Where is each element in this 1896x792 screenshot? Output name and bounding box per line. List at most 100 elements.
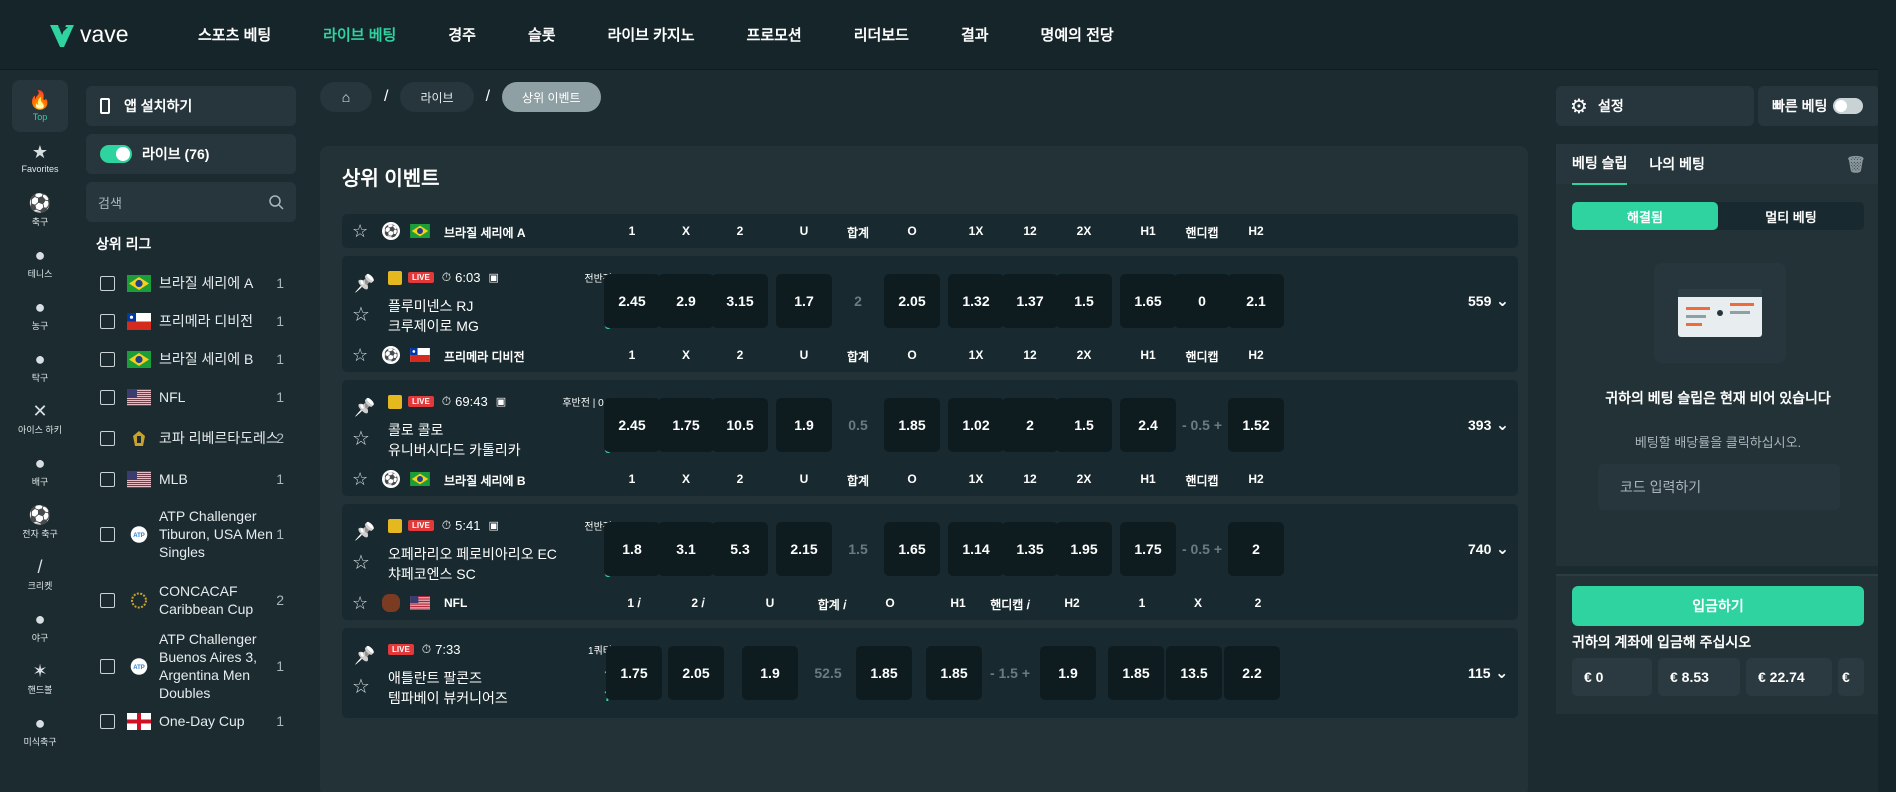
breadcrumb-home[interactable]: ⌂ [320,82,372,112]
install-app-button[interactable]: 앱 설치하기 [86,86,296,126]
odds-button[interactable]: 1.75 [606,646,662,700]
odds-button[interactable]: 2 [1002,398,1058,452]
odds-button[interactable]: 2.05 [884,274,940,328]
amount-chip[interactable]: € 8.53 [1658,658,1740,696]
nav-item[interactable]: 라이브 베팅 [323,24,396,45]
video-icon[interactable]: ▣ [488,519,498,532]
odds-button[interactable]: 1.75 [658,398,714,452]
rail-item[interactable]: ★ Favorites [12,132,68,184]
logo[interactable]: vave [48,21,198,49]
odds-button[interactable]: 1.32 [948,274,1004,328]
rail-item[interactable]: ● 배구 [12,444,68,496]
odds-button[interactable]: 1.85 [856,646,912,700]
stats-icon[interactable] [388,394,402,409]
league-item[interactable]: 프리메라 디비전 1 [86,302,296,340]
league-item[interactable]: 브라질 세리에 B1 [86,340,296,378]
star-icon[interactable]: ☆ [352,674,370,699]
league-checkbox[interactable] [100,658,115,674]
pin-icon[interactable]: 📌 [354,398,375,418]
rail-item[interactable]: ● 테니스 [12,236,68,288]
odds-button[interactable]: 1.9 [776,398,832,452]
pin-icon[interactable]: 📌 [354,646,375,666]
tab-resolved[interactable]: 해결됨 [1572,202,1718,230]
odds-button[interactable]: 1.14 [948,522,1004,576]
match-row[interactable]: 📌☆LIVE⏱7:331쿼터애틀란트 팔콘즈템파베이 뷰커니어즈771.752.… [342,628,1518,718]
odds-button[interactable]: 2.9 [658,274,714,328]
pin-icon[interactable]: 📌 [354,522,375,542]
quick-bet-toggle[interactable]: 빠른 베팅 [1758,86,1880,126]
league-item[interactable]: ATP ATP Challenger Buenos Aires 3, Argent… [86,630,296,702]
video-icon[interactable]: ▣ [488,271,498,284]
league-item[interactable]: 코파 리베르타도레스 2 [86,416,296,460]
odds-button[interactable]: 1.8 [604,522,660,576]
amount-chip[interactable]: € [1838,658,1864,696]
odds-button[interactable]: 1.5 [1056,274,1112,328]
odds-button[interactable]: 2.45 [604,398,660,452]
odds-button[interactable]: 1.9 [742,646,798,700]
page-scrollbar[interactable] [1878,0,1896,792]
star-icon[interactable]: ☆ [352,550,370,575]
odds-button[interactable]: 2.45 [604,274,660,328]
match-row[interactable]: 📌 ☆ LIVE ⏱69:43 ▣ 후반전 | 0... 콜로 콜로유니버시다드 카톨리카 0… [342,380,1518,470]
odds-button[interactable]: 0 [1174,274,1230,328]
odds-button[interactable]: 1.35 [1002,522,1058,576]
rail-item[interactable]: ✕ 아이스 하키 [12,392,68,444]
more-markets-button[interactable]: 393 ⌄ [1468,415,1509,435]
league-item[interactable]: ATP ATP Challenger Tiburon, USA Men Singl… [86,498,296,570]
rail-item[interactable]: ● 미식축구 [12,704,68,756]
odds-button[interactable]: 1.75 [1120,522,1176,576]
league-checkbox[interactable] [100,389,115,405]
odds-button[interactable]: 3.15 [712,274,768,328]
nav-item[interactable]: 명예의 전당 [1041,24,1114,45]
settings-button[interactable]: ⚙ 설정 [1556,86,1754,126]
rail-item[interactable]: ⚽ 전자 축구 [12,496,68,548]
star-icon[interactable]: ☆ [352,594,368,612]
league-item[interactable]: CONCACAF Caribbean Cup 2 [86,570,296,630]
odds-button[interactable]: 2.05 [668,646,724,700]
odds-button[interactable]: 1.7 [776,274,832,328]
star-icon[interactable]: ☆ [352,470,368,488]
tab-my-bets[interactable]: 나의 베팅 [1649,154,1704,174]
odds-button[interactable]: 2.15 [776,522,832,576]
rail-item[interactable]: ● 농구 [12,288,68,340]
league-item[interactable]: MLB 1 [86,460,296,498]
match-row[interactable]: 📌☆LIVE⏱6:03▣전반전플루미넨스 RJ크루제이로 MG002.452.9… [342,256,1518,346]
odds-button[interactable]: 5.3 [712,522,768,576]
toggle-switch[interactable] [1833,98,1864,114]
code-input[interactable]: 코드 입력하기 [1598,464,1840,510]
deposit-button[interactable]: 입금하기 [1572,586,1864,626]
odds-button[interactable]: 10.5 [712,398,768,452]
pin-icon[interactable]: 📌 [354,274,375,294]
tab-multi-bet[interactable]: 멀티 베팅 [1718,202,1864,230]
more-markets-button[interactable]: 740 ⌄ [1468,539,1509,559]
odds-button[interactable]: 2.1 [1228,274,1284,328]
league-item[interactable]: One-Day Cup 1 [86,702,296,740]
odds-button[interactable]: 1.52 [1228,398,1284,452]
league-checkbox[interactable] [100,313,115,329]
odds-button[interactable]: 1.02 [948,398,1004,452]
odds-button[interactable]: 3.1 [658,522,714,576]
tab-bet-slip[interactable]: 베팅 슬립 [1572,143,1628,185]
rail-item[interactable]: ⚽ 축구 [12,184,68,236]
video-icon[interactable]: ▣ [496,395,506,408]
league-item[interactable]: NFL 1 [86,378,296,416]
breadcrumb-current[interactable]: 상위 이벤트 [502,82,601,112]
stats-icon[interactable] [388,518,402,533]
odds-button[interactable]: 1.85 [884,398,940,452]
odds-button[interactable]: 1.85 [1108,646,1164,700]
league-checkbox[interactable] [100,430,115,446]
trash-icon[interactable]: 🗑 [1846,155,1866,175]
amount-chip[interactable]: € 22.74 [1746,658,1832,696]
match-row[interactable]: 📌☆LIVE⏱5:41▣전반전오페라리오 페로비아리오 EC챠페코엔스 SC00… [342,504,1518,594]
nav-item[interactable]: 라이브 카지노 [608,24,695,45]
odds-button[interactable]: 1.65 [884,522,940,576]
league-item[interactable]: 브라질 세리에 A1 [86,264,296,302]
league-checkbox[interactable] [100,592,115,608]
odds-button[interactable]: 1.5 [1056,398,1112,452]
breadcrumb-live[interactable]: 라이브 [400,82,474,112]
star-icon[interactable]: ☆ [352,302,370,327]
rail-item[interactable]: ✶ 핸드볼 [12,652,68,704]
nav-item[interactable]: 결과 [961,24,989,45]
star-icon[interactable]: ☆ [352,222,368,240]
odds-button[interactable]: 2 [1228,522,1284,576]
